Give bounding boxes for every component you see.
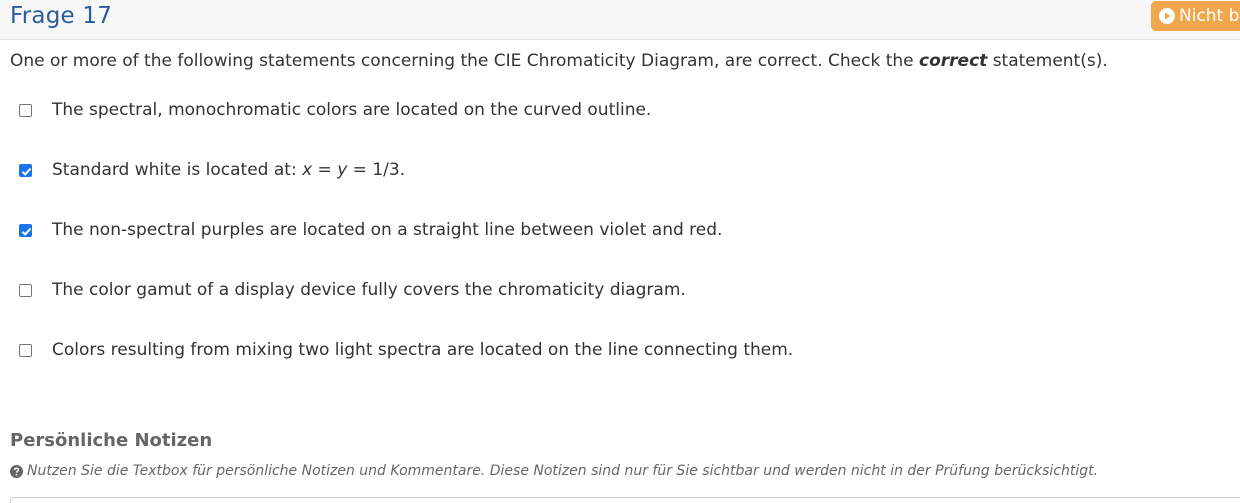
option-label-2: Standard white is located at: x = y = 1/… [52,160,405,180]
answer-option-5[interactable]: Colors resulting from mixing two light s… [19,339,793,361]
answer-option-1[interactable]: The spectral, monochromatic colors are l… [19,99,651,121]
option-label-4: The color gamut of a display device full… [52,280,686,300]
option-checkbox-2[interactable] [19,163,32,177]
question-text-after: statement(s). [987,51,1108,71]
question-text-before: One or more of the following statements … [10,51,920,71]
option-2-eq1: = [312,160,338,180]
checkmark-icon [21,167,32,176]
option-label-3: The non-spectral purples are located on … [52,220,723,240]
option-2-text-after: = 1/3. [347,160,406,180]
option-label-1: The spectral, monochromatic colors are l… [52,100,652,120]
answer-status-button[interactable]: Nicht b [1151,1,1240,31]
answer-option-2[interactable]: Standard white is located at: x = y = 1/… [19,159,405,181]
option-checkbox-1[interactable] [19,103,32,117]
answer-option-3[interactable]: The non-spectral purples are located on … [19,219,722,241]
option-checkbox-3[interactable] [19,223,32,237]
answer-option-4[interactable]: The color gamut of a display device full… [19,279,686,301]
notes-title: Persönliche Notizen [10,430,213,451]
option-2-var-y: y [337,160,348,180]
play-circle-icon [1159,8,1175,24]
notes-hint-text: Nutzen Sie die Textbox für persönliche N… [27,463,1099,479]
notes-textbox[interactable] [10,497,1240,503]
question-text: One or more of the following statements … [10,51,1108,71]
option-checkbox-5[interactable] [19,343,32,357]
option-label-5: Colors resulting from mixing two light s… [52,340,794,360]
notes-hint: Nutzen Sie die Textbox für persönliche N… [10,463,1098,479]
question-circle-icon [10,464,23,478]
option-2-var-x: x [302,160,313,180]
checkmark-icon [21,227,32,236]
option-2-text-before: Standard white is located at: [52,160,303,180]
question-text-emphasis: correct [919,51,988,71]
question-header: Frage 17 Nicht b [0,0,1240,40]
page-title: Frage 17 [10,3,113,29]
status-button-label: Nicht b [1179,6,1240,26]
option-checkbox-4[interactable] [19,283,32,297]
